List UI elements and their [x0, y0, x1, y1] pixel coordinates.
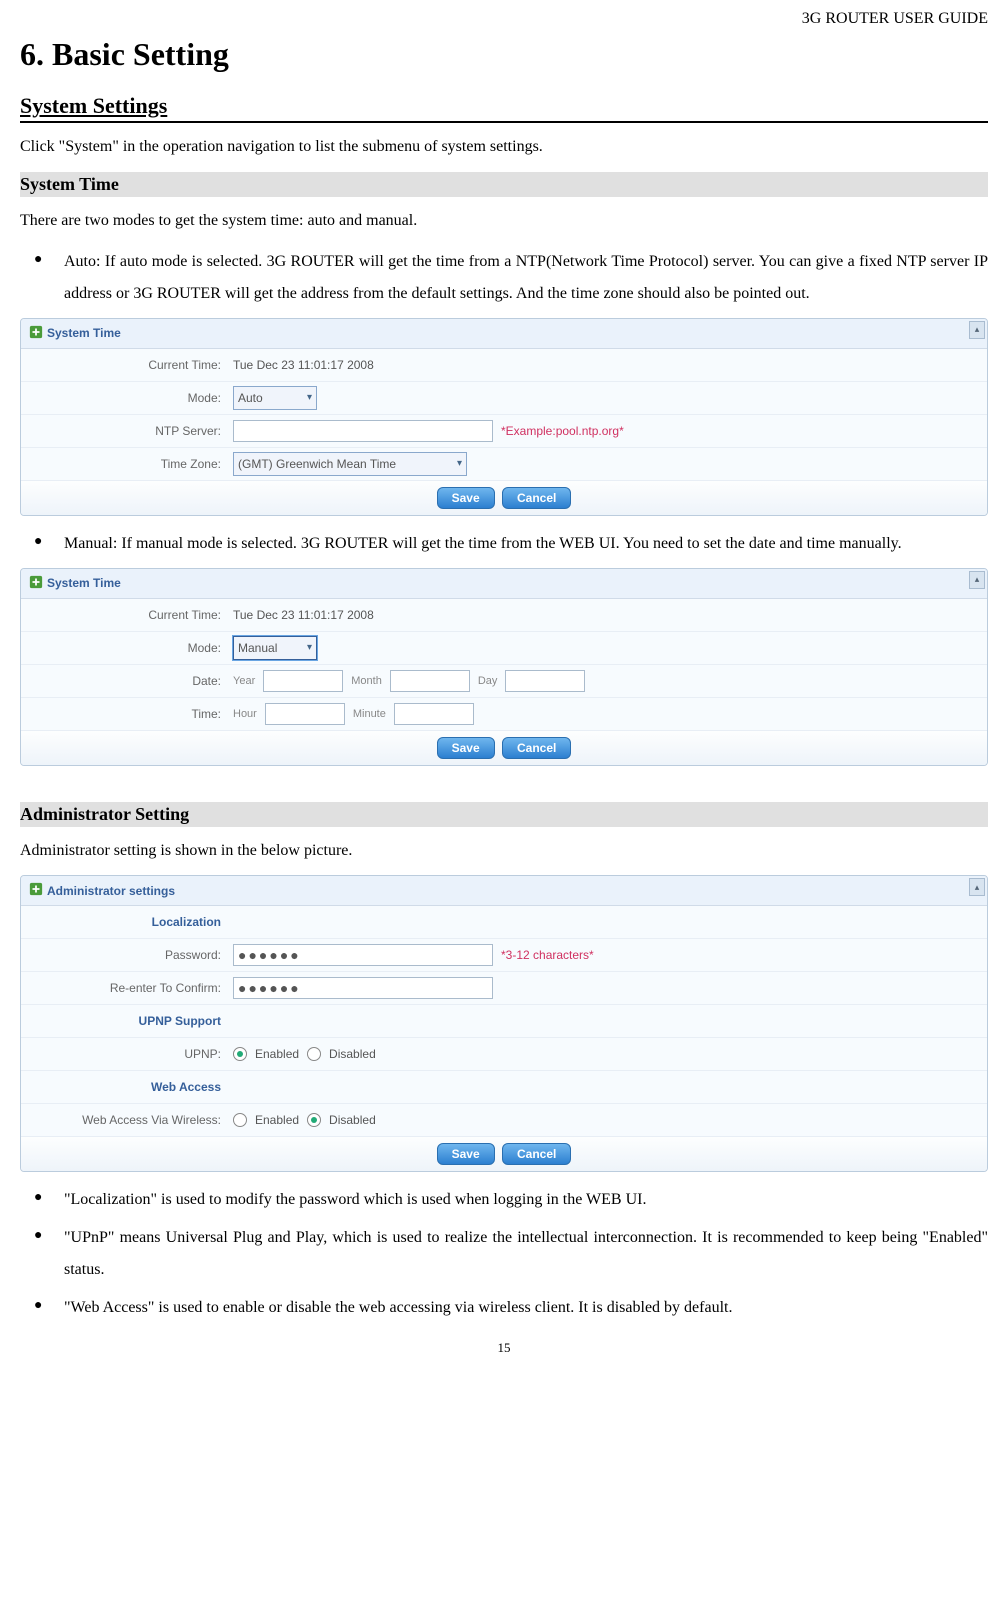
expand-icon[interactable] [29, 325, 43, 342]
radio-upnp-enabled[interactable] [233, 1047, 247, 1061]
scrollbar-up-icon[interactable]: ▴ [969, 878, 985, 896]
value-current-time: Tue Dec 23 11:01:17 2008 [227, 354, 380, 376]
subheading-upnp: UPNP Support [21, 1014, 227, 1028]
button-row: Save Cancel [21, 481, 987, 515]
label-confirm-password: Re-enter To Confirm: [21, 981, 227, 995]
hint-ntp: *Example:pool.ntp.org* [501, 424, 624, 438]
panel-title-text: System Time [47, 326, 121, 340]
button-row: Save Cancel [21, 1137, 987, 1171]
cancel-button[interactable]: Cancel [502, 487, 571, 509]
label-date: Date: [21, 674, 227, 688]
header-guide: 3G ROUTER USER GUIDE [20, 0, 988, 28]
scrollbar-up-icon[interactable]: ▴ [969, 321, 985, 339]
sublabel-month: Month [351, 675, 382, 687]
heading-admin-setting: Administrator Setting [20, 802, 988, 827]
input-confirm-password[interactable]: ●●●●●● [233, 977, 493, 999]
panel-title-text: System Time [47, 576, 121, 590]
bullet-localization: "Localization" is used to modify the pas… [44, 1184, 988, 1216]
select-mode[interactable]: Manual [233, 636, 317, 660]
expand-icon[interactable] [29, 882, 43, 899]
label-password: Password: [21, 948, 227, 962]
label-enabled: Enabled [255, 1047, 299, 1061]
page-number: 15 [20, 1340, 988, 1356]
bullet-auto-mode: Auto: If auto mode is selected. 3G ROUTE… [44, 246, 988, 310]
panel-title-text: Administrator settings [47, 884, 175, 898]
input-month[interactable] [390, 670, 470, 692]
section-system-settings: System Settings [20, 93, 988, 123]
intro-paragraph: Click "System" in the operation navigati… [20, 133, 988, 162]
select-mode[interactable]: Auto [233, 386, 317, 410]
input-year[interactable] [263, 670, 343, 692]
label-time: Time: [21, 707, 227, 721]
admin-intro: Administrator setting is shown in the be… [20, 837, 988, 866]
hint-password: *3-12 characters* [501, 948, 594, 962]
radio-web-enabled[interactable] [233, 1113, 247, 1127]
input-minute[interactable] [394, 703, 474, 725]
radio-upnp-disabled[interactable] [307, 1047, 321, 1061]
cancel-button[interactable]: Cancel [502, 1143, 571, 1165]
input-day[interactable] [505, 670, 585, 692]
label-timezone: Time Zone: [21, 457, 227, 471]
expand-icon[interactable] [29, 575, 43, 592]
label-current-time: Current Time: [21, 358, 227, 372]
save-button[interactable]: Save [437, 737, 495, 759]
button-row: Save Cancel [21, 731, 987, 765]
label-current-time: Current Time: [21, 608, 227, 622]
label-disabled: Disabled [329, 1113, 376, 1127]
sublabel-hour: Hour [233, 708, 257, 720]
sublabel-minute: Minute [353, 708, 386, 720]
save-button[interactable]: Save [437, 1143, 495, 1165]
subheading-localization: Localization [21, 915, 227, 929]
label-ntp-server: NTP Server: [21, 424, 227, 438]
value-current-time: Tue Dec 23 11:01:17 2008 [227, 604, 380, 626]
bullet-upnp: "UPnP" means Universal Plug and Play, wh… [44, 1222, 988, 1286]
radio-web-disabled[interactable] [307, 1113, 321, 1127]
input-hour[interactable] [265, 703, 345, 725]
panel-admin-settings: ▴ Administrator settings Localization Pa… [20, 875, 988, 1172]
label-mode: Mode: [21, 391, 227, 405]
label-upnp: UPNP: [21, 1047, 227, 1061]
label-web-access: Web Access Via Wireless: [21, 1113, 227, 1127]
select-timezone[interactable]: (GMT) Greenwich Mean Time [233, 452, 467, 476]
heading-system-time: System Time [20, 172, 988, 197]
save-button[interactable]: Save [437, 487, 495, 509]
panel-system-time-manual: ▴ System Time Current Time: Tue Dec 23 1… [20, 568, 988, 766]
system-time-intro: There are two modes to get the system ti… [20, 207, 988, 236]
scrollbar-up-icon[interactable]: ▴ [969, 571, 985, 589]
page-title: 6. Basic Setting [20, 36, 988, 73]
sublabel-year: Year [233, 675, 255, 687]
cancel-button[interactable]: Cancel [502, 737, 571, 759]
panel-system-time-auto: ▴ System Time Current Time: Tue Dec 23 1… [20, 318, 988, 516]
input-ntp-server[interactable] [233, 420, 493, 442]
bullet-web-access: "Web Access" is used to enable or disabl… [44, 1292, 988, 1324]
subheading-web-access: Web Access [21, 1080, 227, 1094]
sublabel-day: Day [478, 675, 498, 687]
input-password[interactable]: ●●●●●● [233, 944, 493, 966]
label-mode: Mode: [21, 641, 227, 655]
label-enabled: Enabled [255, 1113, 299, 1127]
label-disabled: Disabled [329, 1047, 376, 1061]
bullet-manual-mode: Manual: If manual mode is selected. 3G R… [44, 528, 988, 560]
